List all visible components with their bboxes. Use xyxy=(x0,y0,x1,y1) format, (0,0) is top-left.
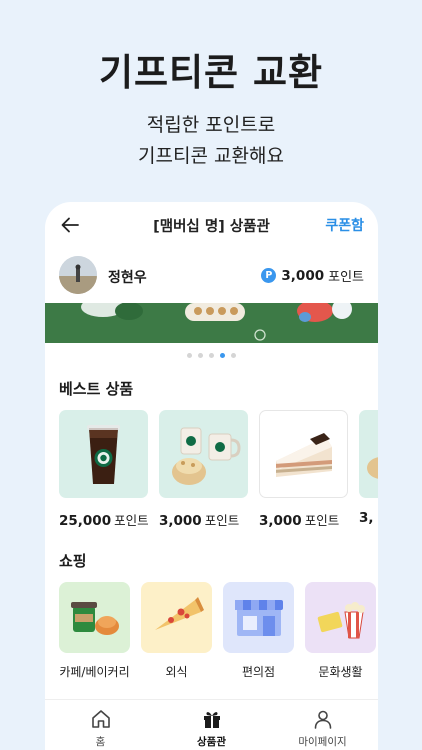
phone-screen: [맴버십 명] 상품관 쿠폰함 정현우 P 3,000 포인트 베스트 상품 2… xyxy=(45,202,378,750)
best-product-price: 3, xyxy=(359,510,378,526)
username: 정현우 xyxy=(108,270,147,286)
home-icon xyxy=(91,710,110,728)
points-value: 3,000 xyxy=(281,267,325,284)
price-value: 25,000 xyxy=(59,513,112,529)
cafe-icon xyxy=(59,582,130,653)
nav-mypage-label: 마이페이지 xyxy=(298,736,347,748)
coupon-box-button[interactable]: 쿠폰함 xyxy=(325,215,364,235)
pagination-dot[interactable] xyxy=(187,353,192,358)
nav-shop[interactable]: 상품관 xyxy=(156,708,267,749)
best-product-card[interactable]: 3,000 포인트 xyxy=(159,410,248,529)
pizza-icon xyxy=(141,582,212,653)
category-cafe-bakery[interactable]: 카페/베이커리 xyxy=(59,582,130,680)
cake-slice-icon xyxy=(259,410,348,498)
best-products-list: 25,000 포인트 3,000 포인트 3,000 포인트 3, xyxy=(59,410,378,529)
iced-coffee-icon xyxy=(59,410,148,498)
hero-subtitle-line2: 기프티콘 교환해요 xyxy=(138,145,284,167)
partial-item-icon xyxy=(359,410,378,498)
best-product-price: 3,000 포인트 xyxy=(159,510,248,529)
category-culture[interactable]: 문화생활 xyxy=(305,582,376,680)
category-label: 외식 xyxy=(165,665,188,679)
best-product-card[interactable]: 3,000 포인트 xyxy=(259,410,348,529)
price-value: 3,000 xyxy=(159,513,202,529)
category-dining[interactable]: 외식 xyxy=(141,582,212,680)
gift-icon xyxy=(203,712,220,728)
store-icon xyxy=(223,582,294,653)
popcorn-icon xyxy=(305,582,376,653)
profile-row: 정현우 P 3,000 포인트 xyxy=(45,256,378,300)
pagination-dot[interactable] xyxy=(198,353,203,358)
pagination-dot[interactable] xyxy=(209,353,214,358)
category-label: 카페/베이커리 xyxy=(59,665,130,679)
category-label: 편의점 xyxy=(241,665,276,679)
points-balance: P 3,000 포인트 xyxy=(261,266,364,285)
hero-subtitle-line1: 적립한 포인트로 xyxy=(146,114,276,136)
hero-title: 기프티콘 교환 xyxy=(98,51,324,94)
price-unit: 포인트 xyxy=(304,513,340,528)
best-product-price: 25,000 포인트 xyxy=(59,510,149,529)
nav-mypage[interactable]: 마이페이지 xyxy=(267,708,378,749)
nav-shop-label: 상품관 xyxy=(197,736,226,748)
shopping-category-list: 카페/베이커리 외식 편의점 문화생활 xyxy=(59,582,378,682)
price-unit: 포인트 xyxy=(114,513,149,528)
category-convenience-store[interactable]: 편의점 xyxy=(223,582,294,680)
category-label: 문화생활 xyxy=(318,665,363,679)
pagination-dot[interactable] xyxy=(231,353,236,358)
pagination-dot[interactable] xyxy=(220,353,225,358)
banner-pagination xyxy=(45,353,378,358)
points-unit: 포인트 xyxy=(328,270,364,285)
bottom-navigation: 홈 상품관 마이페이지 xyxy=(45,699,378,750)
price-value: 3, xyxy=(359,510,374,526)
best-product-card[interactable]: 25,000 포인트 xyxy=(59,410,149,529)
best-product-price: 3,000 포인트 xyxy=(259,510,348,529)
user-icon xyxy=(314,710,331,729)
promo-banner[interactable] xyxy=(45,303,378,343)
nav-home-label: 홈 xyxy=(95,736,106,748)
coffee-set-icon xyxy=(159,410,248,498)
top-bar: [맴버십 명] 상품관 쿠폰함 xyxy=(45,202,378,248)
point-icon: P xyxy=(261,268,277,283)
price-value: 3,000 xyxy=(259,513,302,529)
nav-home[interactable]: 홈 xyxy=(45,708,156,749)
avatar xyxy=(59,256,97,294)
price-unit: 포인트 xyxy=(204,513,240,528)
shopping-section-title: 쇼핑 xyxy=(59,552,87,570)
hero-subtitle: 적립한 포인트로 기프티콘 교환해요 xyxy=(0,110,422,172)
best-section-title: 베스트 상품 xyxy=(59,380,134,398)
best-product-card[interactable]: 3, xyxy=(359,410,378,526)
